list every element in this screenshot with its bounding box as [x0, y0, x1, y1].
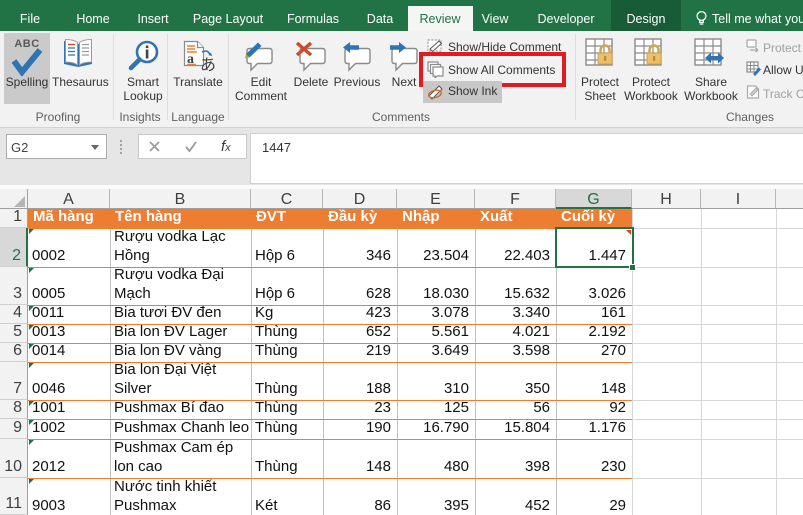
svg-text:あ: あ	[200, 56, 216, 72]
